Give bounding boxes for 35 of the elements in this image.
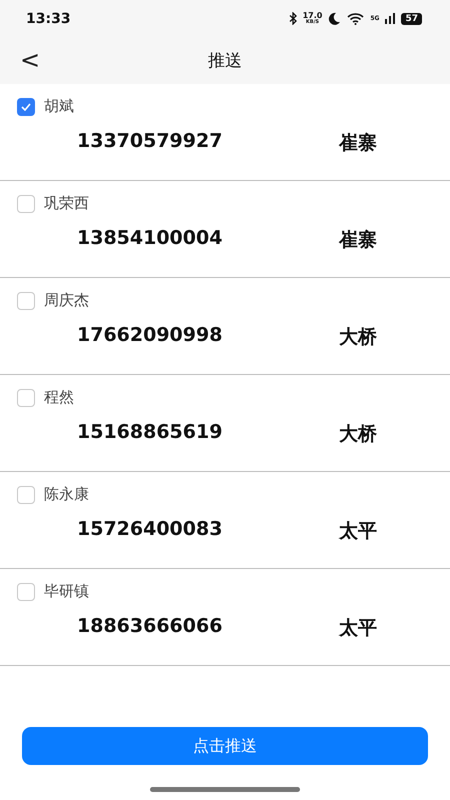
contact-name: 周庆杰 (44, 291, 89, 310)
contact-name: 巩荣西 (44, 194, 89, 213)
page-title: 推送 (208, 50, 242, 72)
checkmark-icon (21, 102, 31, 110)
place-name: 大桥 (339, 422, 378, 447)
phone-number: 13370579927 (77, 130, 224, 154)
moon-icon (328, 12, 342, 25)
contact-name: 陈永康 (44, 485, 89, 504)
status-time: 13:33 (26, 10, 71, 26)
place-name: 崔寨 (339, 228, 378, 253)
checkbox[interactable] (17, 292, 35, 310)
checkbox[interactable] (17, 388, 35, 406)
place-name: 崔寨 (339, 131, 378, 156)
place-name: 太平 (339, 519, 378, 544)
checkbox[interactable] (17, 486, 35, 504)
signal-icon (385, 13, 396, 24)
place-name: 太平 (339, 616, 378, 641)
battery-level: 57 (401, 12, 422, 24)
network-speed: 17.0 (302, 12, 322, 20)
checkbox[interactable] (17, 194, 35, 212)
checkbox[interactable] (17, 582, 35, 600)
checkbox[interactable] (17, 98, 35, 116)
phone-number: 18863666066 (77, 615, 224, 639)
contact-name: 胡斌 (44, 97, 74, 116)
phone-number: 15726400083 (77, 518, 224, 542)
bluetooth-icon (288, 12, 297, 25)
contact-name: 程然 (44, 388, 74, 407)
wifi-icon (347, 12, 364, 24)
contact-name: 毕研镇 (44, 582, 89, 601)
phone-number: 17662090998 (77, 324, 224, 348)
push-button[interactable]: 点击推送 (22, 727, 428, 765)
back-button[interactable]: < (14, 45, 46, 75)
phone-number: 15168865619 (77, 421, 224, 445)
place-name: 大桥 (339, 325, 378, 350)
phone-number: 13854100004 (77, 227, 224, 251)
